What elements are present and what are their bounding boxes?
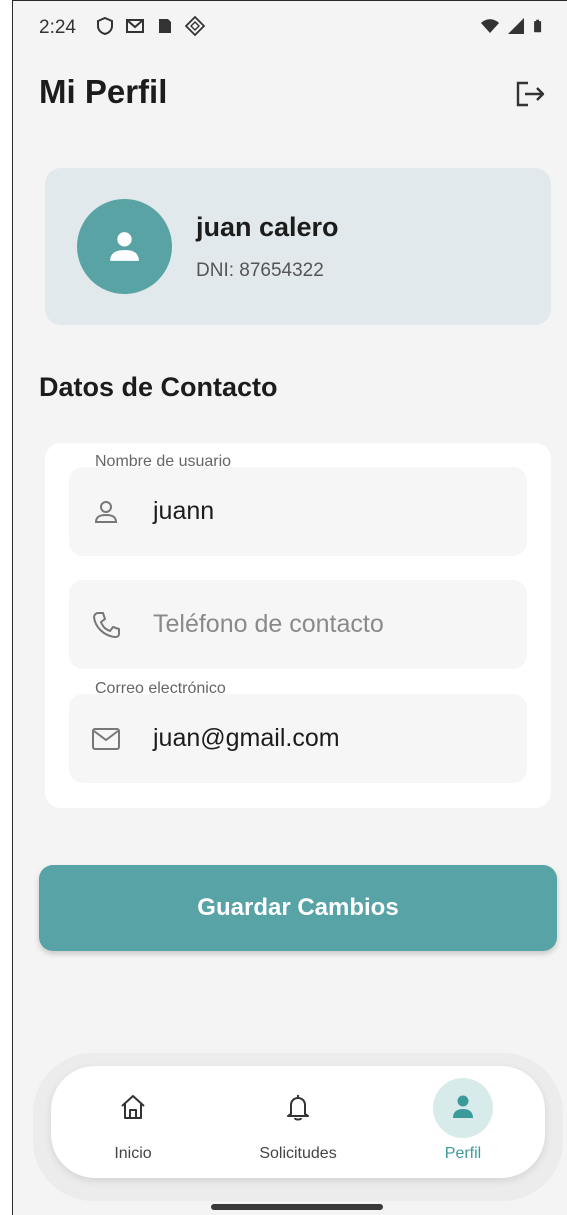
avatar — [77, 199, 172, 294]
signal-icon — [508, 18, 524, 34]
phone-field[interactable]: Teléfono de contacto — [69, 580, 527, 669]
phone-icon — [93, 612, 120, 638]
gmail-icon — [126, 19, 144, 33]
save-button[interactable]: Guardar Cambios — [39, 865, 557, 951]
email-label: Correo electrónico — [95, 680, 226, 697]
person-outline-icon — [94, 501, 118, 523]
nav-item-perfil[interactable]: Perfil — [383, 1066, 543, 1178]
home-indicator — [211, 1204, 383, 1210]
mail-icon — [92, 728, 120, 750]
nav-label-solicitudes: Solicitudes — [259, 1145, 337, 1162]
app-notification-icon — [185, 16, 205, 36]
person-icon — [453, 1095, 473, 1118]
section-title: Datos de Contacto — [39, 372, 278, 402]
username-field[interactable]: Nombre de usuario juann — [69, 453, 527, 556]
page-title: Mi Perfil — [39, 73, 168, 110]
username-label: Nombre de usuario — [95, 453, 232, 470]
bell-icon — [287, 1095, 309, 1121]
email-field[interactable]: Correo electrónico juan@gmail.com — [69, 680, 527, 783]
email-value: juan@gmail.com — [153, 724, 340, 752]
person-icon — [110, 232, 139, 261]
contact-card: Nombre de usuario juann Teléfono de cont… — [45, 443, 551, 808]
home-icon — [121, 1095, 145, 1119]
phone-placeholder: Teléfono de contacto — [153, 610, 384, 638]
status-bar: 2:24 — [13, 1, 567, 57]
nav-label-inicio: Inicio — [114, 1145, 152, 1162]
status-left-icons — [95, 16, 205, 36]
battery-icon — [534, 19, 542, 33]
shield-icon — [97, 16, 113, 36]
nav-item-solicitudes[interactable]: Solicitudes — [218, 1066, 378, 1178]
nav-label-perfil: Perfil — [444, 1145, 482, 1162]
status-right-icons — [480, 16, 546, 36]
nav-item-inicio[interactable]: Inicio — [53, 1066, 213, 1178]
profile-dni: DNI: 87654322 — [196, 260, 324, 281]
status-time: 2:24 — [39, 17, 76, 38]
phone-screen: 2:24 Mi Perfil juan calero DNI: 87654322 — [12, 0, 567, 1215]
profile-name: juan calero — [196, 212, 339, 242]
sim-card-icon — [159, 19, 171, 33]
bottom-nav: Inicio Solicitudes Perfil — [51, 1066, 545, 1178]
logout-icon[interactable] — [513, 79, 547, 109]
profile-card: juan calero DNI: 87654322 — [45, 168, 551, 325]
wifi-icon — [481, 19, 499, 33]
username-value: juann — [153, 497, 215, 525]
